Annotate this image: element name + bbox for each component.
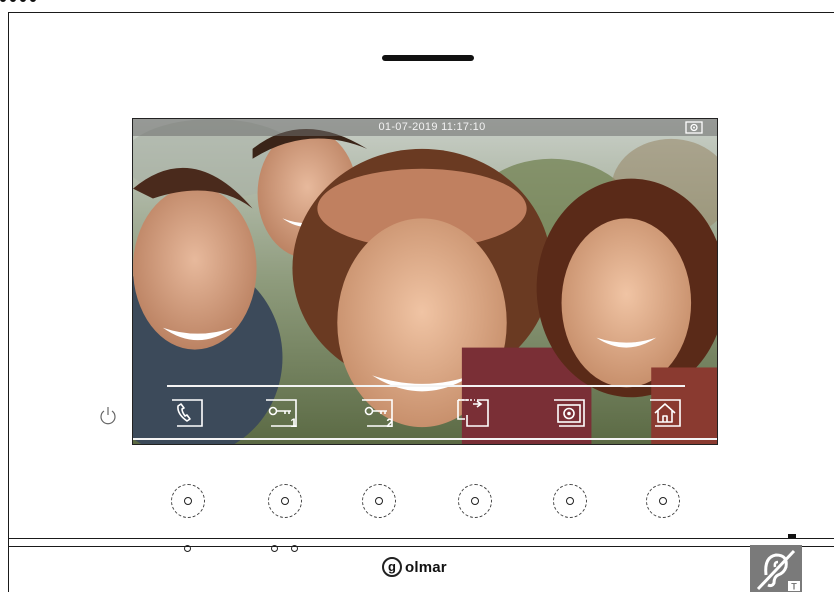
hardware-button-5[interactable] [553, 484, 587, 518]
hardware-button-1[interactable] [171, 484, 205, 518]
hardware-button-3[interactable] [362, 484, 396, 518]
camera-status-icon [685, 121, 703, 134]
date-time-display: 01-07-2019 11:17:10 [378, 121, 486, 133]
power-icon [100, 407, 116, 425]
door-number-label: 2 [386, 416, 393, 430]
switch-camera-button[interactable] [455, 397, 491, 429]
svg-text:T: T [791, 582, 797, 592]
screen-bottom-line [133, 438, 717, 440]
toolbar-separator [167, 385, 685, 387]
status-led [291, 545, 298, 552]
panel-divider [8, 538, 834, 547]
status-led [271, 545, 278, 552]
phone-handset-icon [172, 399, 203, 427]
door-1-button[interactable]: 1 [263, 397, 299, 430]
corner-marks [0, 0, 40, 6]
brand-symbol: g [382, 557, 402, 577]
door-2-button[interactable]: 2 [359, 397, 395, 430]
capture-button[interactable] [551, 397, 587, 429]
home-icon [650, 399, 681, 427]
call-button[interactable] [169, 397, 205, 429]
camera-switch-icon [457, 399, 489, 427]
video-screen: 01-07-2019 11:17:10 1 2 [132, 118, 718, 445]
brand-name: olmar [405, 558, 447, 576]
hardware-button-6[interactable] [646, 484, 680, 518]
door-number-label: 1 [290, 416, 297, 430]
camera-feed-image [133, 119, 717, 444]
home-button[interactable] [647, 397, 683, 429]
brand-logo: g olmar [382, 555, 447, 579]
status-led [184, 545, 191, 552]
camera-capture-icon [554, 399, 585, 427]
hearing-loop-icon: T [750, 545, 802, 592]
status-bar: 01-07-2019 11:17:10 [133, 119, 717, 136]
hardware-button-2[interactable] [268, 484, 302, 518]
speaker-slot [382, 55, 474, 61]
hardware-button-4[interactable] [458, 484, 492, 518]
